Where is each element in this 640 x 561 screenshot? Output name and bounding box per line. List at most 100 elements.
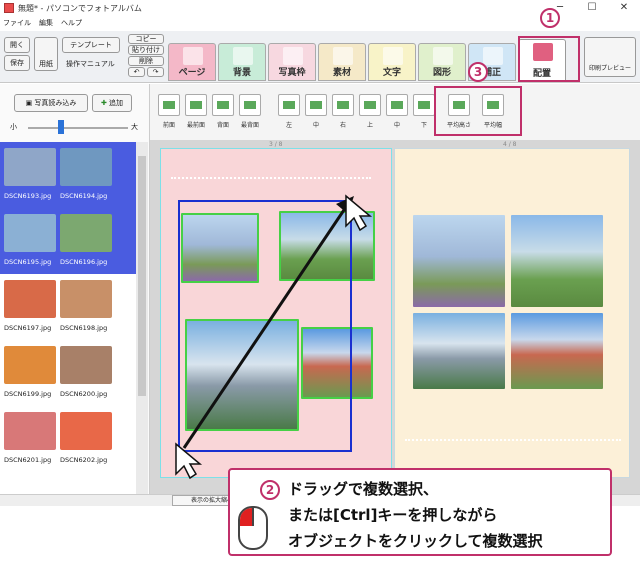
menu-file[interactable]: ファイル (3, 18, 31, 28)
copy-button[interactable]: コピー (128, 34, 164, 44)
photo-panel: ▣ 写真読み込み ✚ 追加 小 大 DSCN6193.jpg DSCN6194.j… (0, 84, 150, 494)
thumbnail-list: DSCN6193.jpg DSCN6194.jpg DSCN6195.jpg DSCN… (0, 142, 136, 494)
background-icon (233, 47, 253, 65)
thumbnail-filename: DSCN6195.jpg (4, 258, 52, 266)
align-5-icon (418, 101, 430, 109)
thumbnail-image[interactable] (4, 214, 56, 252)
window-title: 無題* - パソコンでフォトアルバム (18, 3, 142, 13)
thumbnail-filename: DSCN6200.jpg (60, 390, 108, 398)
shape-icon (433, 47, 453, 65)
align-0-icon (283, 101, 295, 109)
add-button[interactable]: ✚ 追加 (92, 94, 132, 112)
tab-shape-label: 図形 (432, 68, 451, 78)
thumbnail-scrollbar[interactable] (136, 142, 148, 494)
add-label: 追加 (109, 99, 124, 107)
thumbnail-image[interactable] (4, 412, 56, 450)
marker-3-badge: 3 (468, 62, 488, 82)
template-button[interactable]: テンプレート (62, 37, 120, 53)
tab-text-label: 文字 (382, 68, 401, 78)
thumbnail-filename: DSCN6202.jpg (60, 456, 108, 464)
thumbnail-row: DSCN6195.jpg DSCN6196.jpg (0, 208, 136, 274)
size-large-label: 大 (131, 123, 138, 131)
text-icon (383, 47, 403, 65)
open-button[interactable]: 開く (4, 37, 30, 53)
thumbnail-image[interactable] (60, 346, 112, 384)
marker-1-badge: 1 (540, 8, 560, 28)
thumbnail-image[interactable] (4, 346, 56, 384)
align-2-button[interactable] (332, 94, 354, 116)
align-2-icon (337, 101, 349, 109)
thumbnail-filename: DSCN6194.jpg (60, 192, 108, 200)
tab-page[interactable]: ページ (168, 43, 216, 81)
redo-button[interactable]: ↷ (147, 67, 164, 77)
thumbnail-image[interactable] (4, 148, 56, 186)
paste-button[interactable]: 貼り付け (128, 45, 164, 55)
thumbnail-row: DSCN6193.jpg DSCN6194.jpg (0, 142, 136, 208)
align-0-button[interactable] (278, 94, 300, 116)
instruction-callout: 2 ドラッグで複数選択、 または[Ctrl]キーを押しながら オブジェクトをクリ… (228, 468, 612, 556)
menu-edit[interactable]: 編集 (39, 18, 53, 28)
thumbnail-filename: DSCN6199.jpg (4, 390, 52, 398)
maximize-button[interactable]: ☐ (576, 0, 608, 16)
mouse-icon (238, 506, 268, 550)
align-5-button[interactable] (413, 94, 435, 116)
thumbnail-image[interactable] (60, 412, 112, 450)
album-canvas[interactable]: 3 / 8 4 / 8 (150, 140, 640, 494)
drag-arrow (175, 194, 373, 480)
align-3-button[interactable] (359, 94, 381, 116)
print-preview-button[interactable]: 印刷プレビュー (584, 37, 636, 77)
undo-button[interactable]: ↶ (128, 67, 145, 77)
manual-link[interactable]: 操作マニュアル (66, 59, 115, 69)
plus-icon: ✚ (100, 99, 107, 107)
thumbnail-filename: DSCN6196.jpg (60, 258, 108, 266)
tab-background-label: 背景 (232, 68, 251, 78)
close-button[interactable]: ✕ (608, 0, 640, 16)
menu-help[interactable]: ヘルプ (61, 18, 82, 28)
load-photos-button[interactable]: ▣ 写真読み込み (14, 94, 88, 112)
thumbnail-filename: DSCN6198.jpg (60, 324, 108, 332)
order-0-icon (163, 101, 175, 109)
photo-frame-icon (283, 47, 303, 65)
tab-strip: ページ 背景 写真枠 素材 文字 図形 補正 配置 (168, 39, 568, 83)
align-3-icon (364, 101, 376, 109)
callout-line-3: オブジェクトをクリックして複数選択 (288, 532, 543, 550)
save-button[interactable]: 保存 (4, 55, 30, 71)
thumbnail-filename: DSCN6197.jpg (4, 324, 52, 332)
thumbnail-image[interactable] (60, 214, 112, 252)
size-small-label: 小 (10, 123, 17, 131)
tab-material-label: 素材 (332, 68, 351, 78)
order-2-button[interactable] (212, 94, 234, 116)
delete-button[interactable]: 削除 (128, 56, 164, 66)
size-slider-thumb[interactable] (58, 120, 64, 134)
tab-text[interactable]: 文字 (368, 43, 416, 81)
order-3-button[interactable] (239, 94, 261, 116)
book-icon (183, 47, 203, 65)
load-photos-label: 写真読み込み (34, 99, 77, 107)
thumbnail-image[interactable] (60, 148, 112, 186)
thumbnail-row: DSCN6201.jpg DSCN6202.jpg (0, 406, 136, 472)
callout-line-1: ドラッグで複数選択、 (288, 480, 439, 498)
thumbnail-image[interactable] (4, 280, 56, 318)
align-4-button[interactable] (386, 94, 408, 116)
order-3-label: 最背面 (240, 122, 259, 129)
align-1-button[interactable] (305, 94, 327, 116)
order-1-button[interactable] (185, 94, 207, 116)
paper-button[interactable]: 用紙 (34, 37, 58, 71)
order-0-button[interactable] (158, 94, 180, 116)
callout-line-2: または[Ctrl]キーを押しながら (288, 506, 498, 524)
size-slider-track[interactable] (28, 127, 128, 129)
scrollbar-thumb[interactable] (138, 156, 146, 396)
tab-background[interactable]: 背景 (218, 43, 266, 81)
highlight-size-buttons (434, 86, 522, 136)
tab-photo-frame-label: 写真枠 (278, 68, 306, 78)
tab-photo-frame[interactable]: 写真枠 (268, 43, 316, 81)
thumbnail-row: DSCN6199.jpg DSCN6200.jpg (0, 340, 136, 406)
align-1-icon (310, 101, 322, 109)
flower-icon (333, 47, 353, 65)
tab-shape[interactable]: 図形 (418, 43, 466, 81)
paper-button-label: 用紙 (39, 60, 53, 68)
thumbnail-image[interactable] (60, 280, 112, 318)
arrange-toolbar: 前面 最前面 背面 最背面左中右上中下平均高さ 平均幅 (150, 84, 640, 140)
print-preview-label: 印刷プレビュー (588, 65, 631, 72)
tab-material[interactable]: 素材 (318, 43, 366, 81)
